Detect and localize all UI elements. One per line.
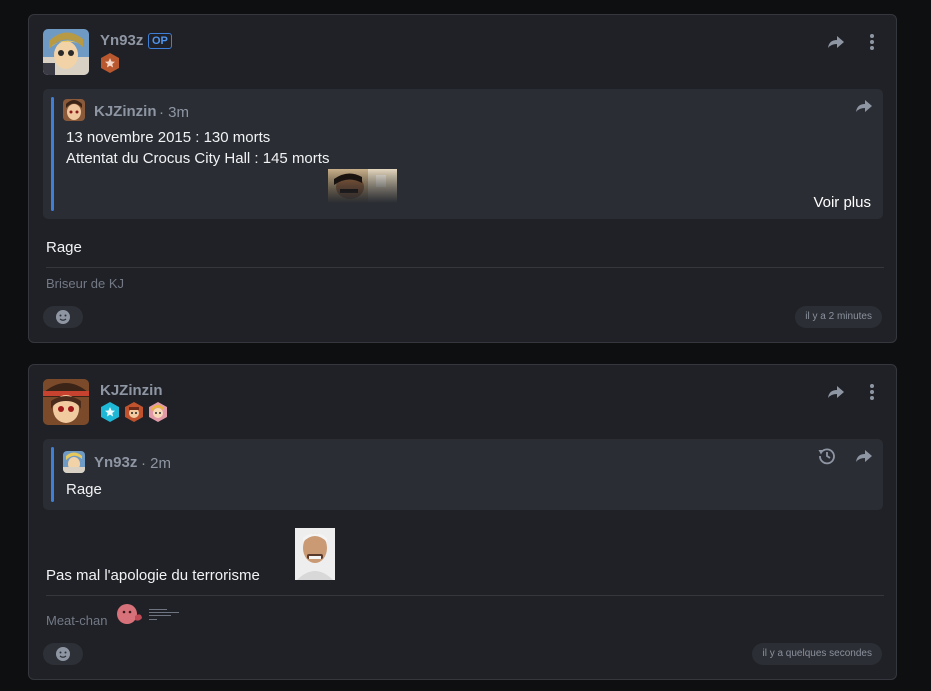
add-reaction-button[interactable] [43, 306, 83, 328]
quote-time: · 3m [159, 104, 189, 121]
share-icon[interactable] [826, 32, 846, 52]
signature: Briseur de KJ [46, 276, 125, 291]
pink-character-badge-icon[interactable] [148, 402, 168, 422]
signature: Meat-chan [46, 613, 108, 628]
laughing-man-sticker-image[interactable] [295, 528, 335, 580]
avatar[interactable] [43, 29, 89, 75]
see-more-button[interactable]: Voir plus [813, 194, 871, 211]
signature-divider [46, 267, 884, 268]
emoji-icon [56, 647, 70, 661]
quote-avatar[interactable] [63, 99, 85, 121]
emoji-icon [56, 310, 70, 324]
avatar[interactable] [43, 379, 89, 425]
quoted-message: KJZinzin · 3m 13 novembre 2015 : 130 mor… [43, 89, 883, 219]
quote-author[interactable]: KJZinzin [94, 103, 157, 120]
tiny-signature-image [149, 607, 181, 623]
share-icon[interactable] [854, 446, 874, 466]
quote-time: · 2m [141, 455, 171, 472]
signature-divider [46, 595, 884, 596]
meat-mascot-signature-image [115, 602, 145, 626]
quote-avatar[interactable] [63, 451, 85, 473]
quote-line: 13 novembre 2015 : 130 morts [66, 129, 271, 146]
op-badge: OP [148, 33, 172, 49]
share-icon[interactable] [826, 382, 846, 402]
add-reaction-button[interactable] [43, 643, 83, 665]
author-name[interactable]: KJZinzin [100, 382, 163, 399]
more-options-icon[interactable] [862, 32, 882, 52]
timestamp: il y a 2 minutes [795, 306, 882, 328]
share-icon[interactable] [854, 96, 874, 116]
quote-author[interactable]: Yn93z [94, 454, 137, 471]
author-name[interactable]: Yn93z [100, 32, 143, 49]
quote-bar [51, 447, 54, 502]
message-card: Yn93z OP KJZinzin · 3m 13 novembre 2015 … [28, 14, 897, 343]
message-text: Rage [46, 239, 82, 256]
bronze-star-badge-icon[interactable] [100, 53, 120, 73]
message-text: Pas mal l'apologie du terrorisme [46, 567, 260, 584]
cyan-star-badge-icon[interactable] [100, 402, 120, 422]
more-options-icon[interactable] [862, 382, 882, 402]
history-icon[interactable] [817, 446, 837, 466]
quoted-message: Yn93z · 2m Rage [43, 439, 883, 510]
quote-line: Rage [66, 481, 102, 498]
quote-bar [51, 97, 54, 211]
quote-sticker-image[interactable] [328, 169, 397, 203]
message-card: KJZinzin Yn93z · 2m Rage Pas mal l'apolo… [28, 364, 897, 680]
timestamp: il y a quelques secondes [752, 643, 882, 665]
quote-line: Attentat du Crocus City Hall : 145 morts [66, 150, 330, 167]
orange-character-badge-icon[interactable] [124, 402, 144, 422]
